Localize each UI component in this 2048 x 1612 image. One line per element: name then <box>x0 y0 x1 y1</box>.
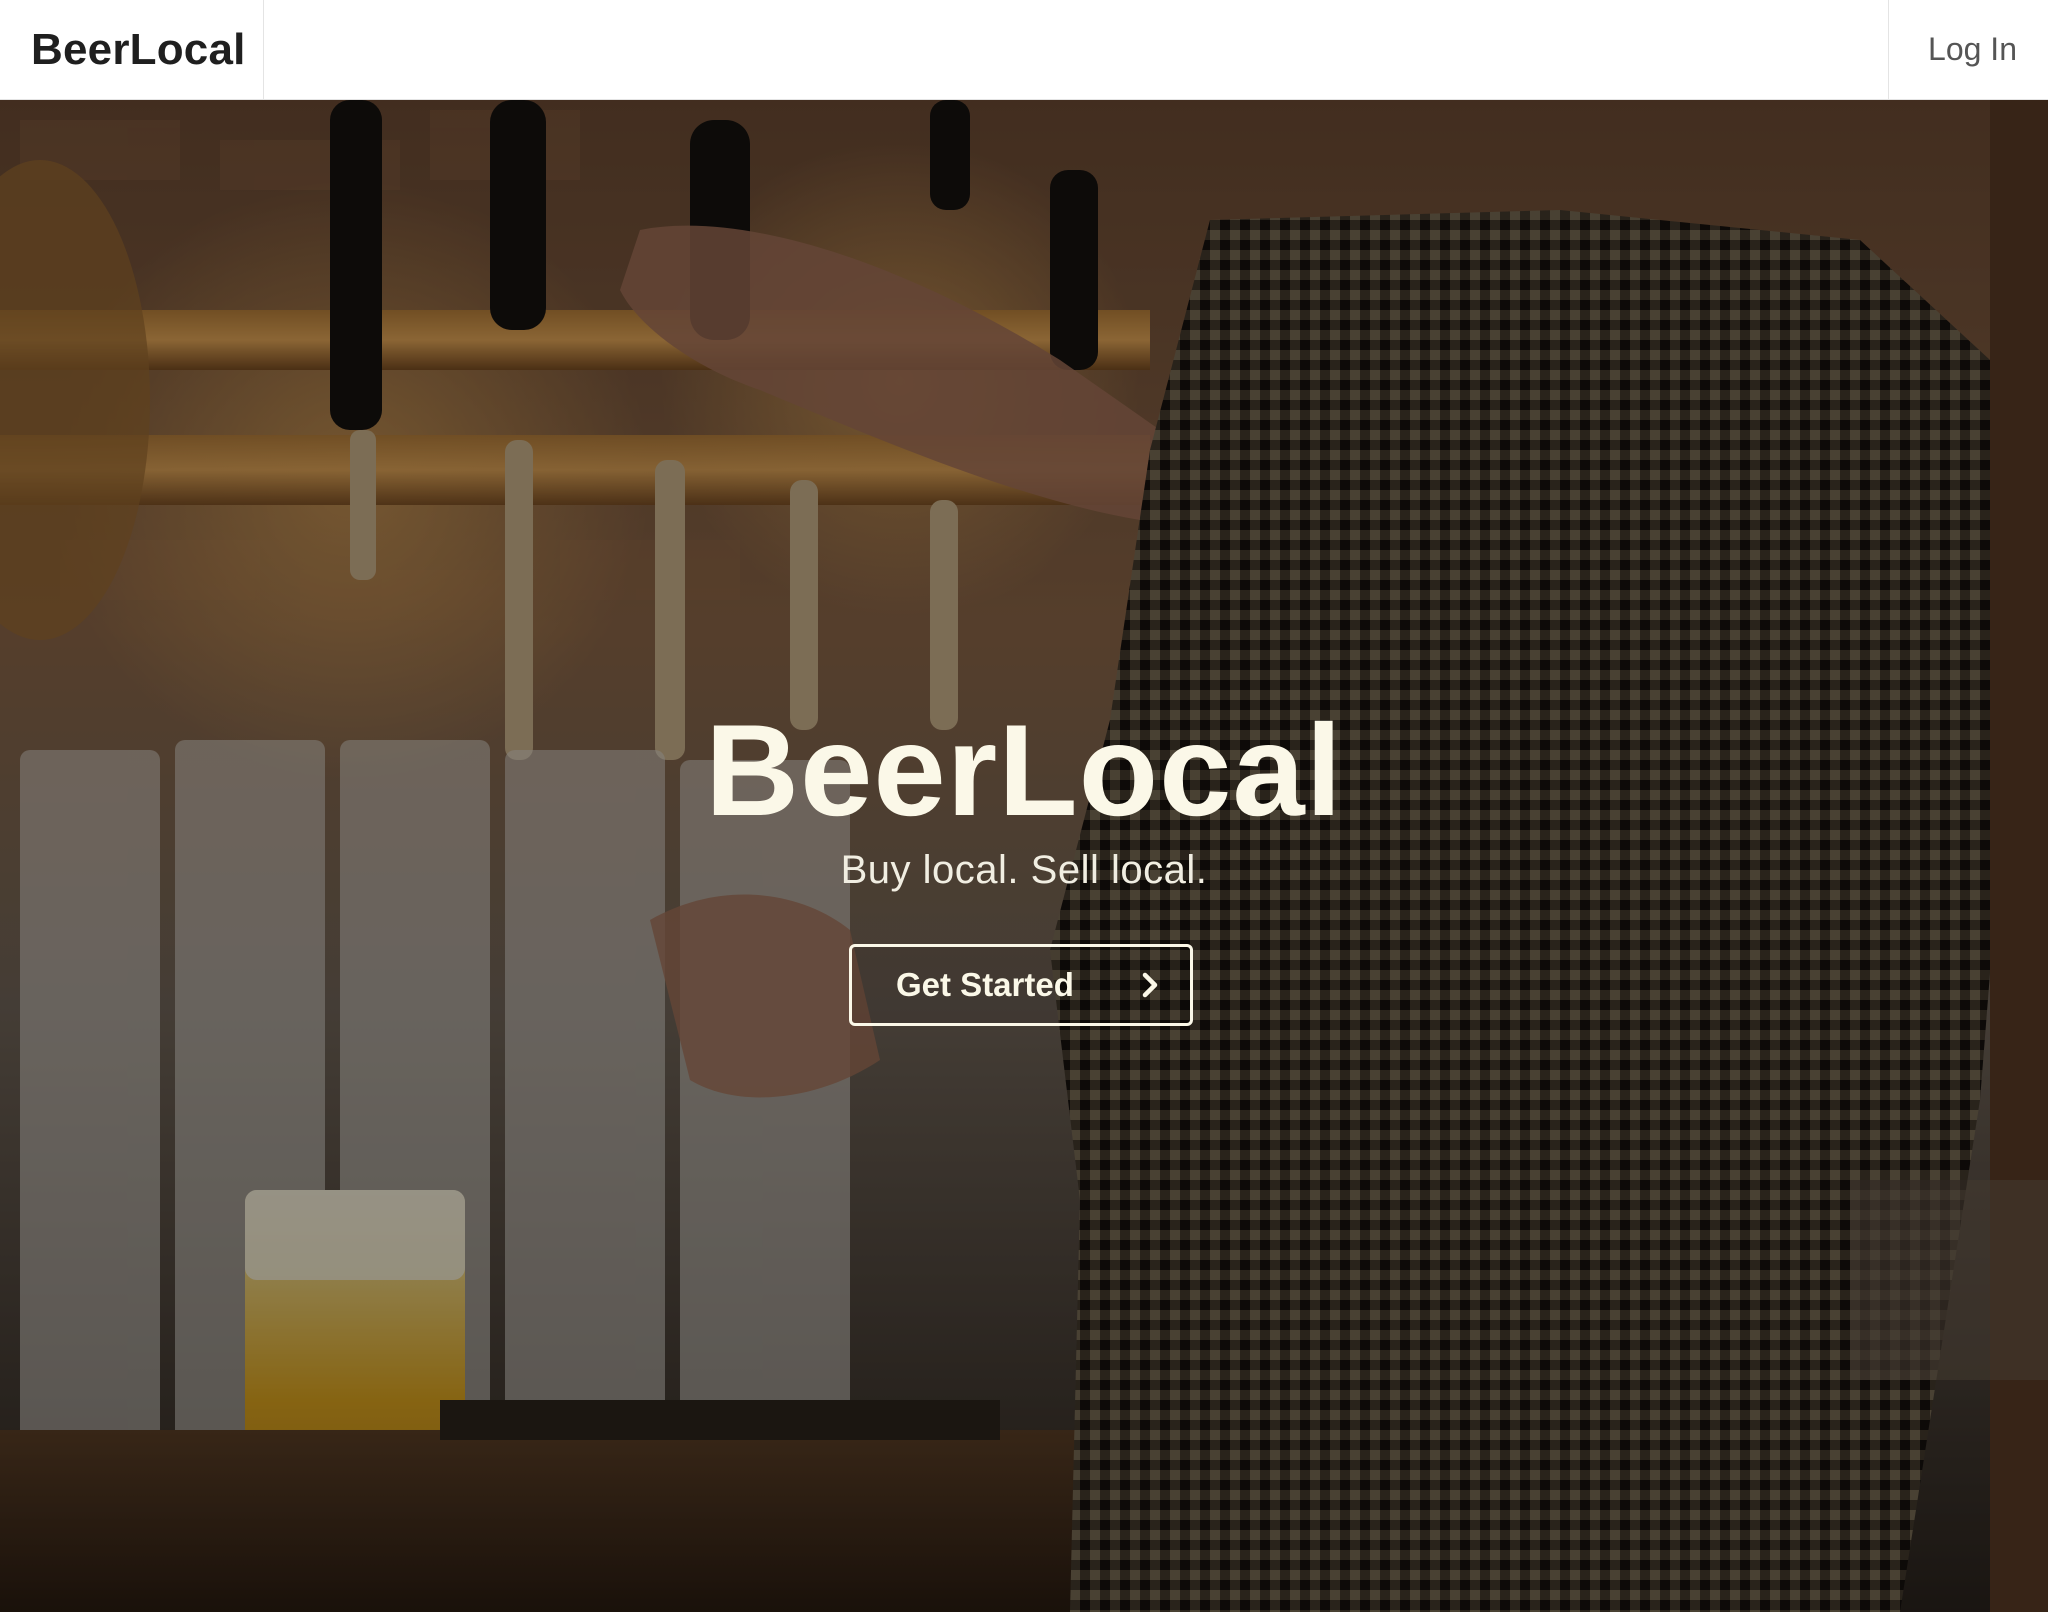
hero-section: BeerLocal Buy local. Sell local. Get Sta… <box>0 100 2048 1612</box>
chevron-right-icon <box>1136 971 1164 999</box>
cta-wrapper: Get Started <box>0 944 2048 1026</box>
brand-name: BeerLocal <box>31 24 246 74</box>
top-navbar: BeerLocal Log In <box>0 0 2048 100</box>
hero-tagline: Buy local. Sell local. <box>840 848 1208 892</box>
hero-content: BeerLocal Buy local. Sell local. Get Sta… <box>0 700 2048 1026</box>
navbar-spacer <box>264 0 1888 99</box>
get-started-label: Get Started <box>896 966 1074 1003</box>
brand-logo-link[interactable]: BeerLocal <box>0 0 264 99</box>
hero-title: BeerLocal <box>705 697 1343 843</box>
login-link[interactable]: Log In <box>1888 0 2048 99</box>
get-started-button[interactable]: Get Started <box>849 944 1193 1026</box>
login-label: Log In <box>1928 31 2017 67</box>
